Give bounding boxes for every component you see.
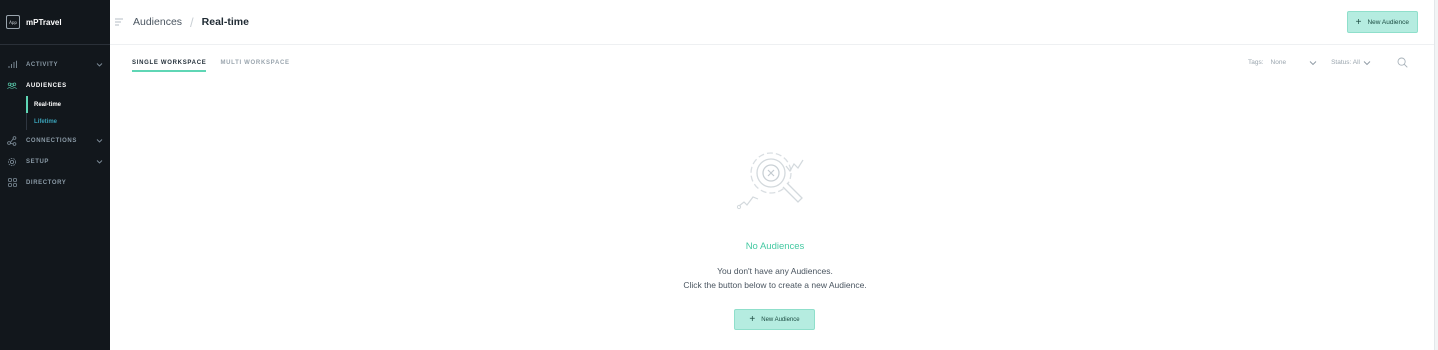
sidebar-item-connections[interactable]: CONNECTIONS bbox=[0, 130, 110, 151]
grid-icon bbox=[7, 178, 17, 188]
sidebar-item-directory[interactable]: DIRECTORY bbox=[0, 172, 110, 193]
status-select[interactable]: Status: All bbox=[1331, 59, 1360, 66]
sidebar-item-label: DIRECTORY bbox=[26, 179, 67, 186]
plus-icon: + bbox=[1355, 16, 1362, 28]
chevron-down-icon[interactable] bbox=[1309, 59, 1317, 67]
chevron-down-icon[interactable] bbox=[96, 137, 103, 144]
window-right-edge bbox=[1434, 0, 1438, 350]
tab-multi-workspace[interactable]: MULTI WORKSPACE bbox=[220, 60, 289, 72]
tags-label: Tags: bbox=[1248, 59, 1264, 66]
sidebar-item-label: ACTIVITY bbox=[26, 61, 59, 68]
chevron-down-icon[interactable] bbox=[96, 158, 103, 165]
new-audience-button-center[interactable]: + New Audience bbox=[734, 309, 815, 330]
sidebar-subitem-lifetime[interactable]: Lifetime bbox=[27, 113, 110, 130]
filter-bar: Tags: None Status: All bbox=[1248, 57, 1408, 68]
sidebar-subitem-real-time[interactable]: Real-time bbox=[26, 96, 110, 113]
chevron-down-icon[interactable] bbox=[1363, 59, 1371, 67]
new-audience-button-label: New Audience bbox=[761, 316, 800, 323]
app-logo: App bbox=[6, 15, 20, 29]
page-title: Real-time bbox=[201, 16, 249, 28]
new-audience-button-label: New Audience bbox=[1367, 18, 1409, 26]
connections-icon bbox=[7, 135, 17, 146]
top-header: Audiences / Real-time + New Audience bbox=[110, 0, 1434, 45]
gear-icon bbox=[7, 157, 17, 167]
brand[interactable]: App mPTravel bbox=[0, 0, 110, 45]
audiences-subnav: Real-time Lifetime bbox=[26, 96, 110, 130]
tags-select[interactable]: None bbox=[1271, 59, 1287, 66]
breadcrumb-separator: / bbox=[190, 14, 194, 30]
new-audience-button[interactable]: + New Audience bbox=[1346, 11, 1418, 33]
sidebar: App mPTravel ACTIVITY AUDIENCES Real-tim… bbox=[0, 0, 110, 350]
empty-search-illustration bbox=[736, 152, 804, 210]
tab-single-workspace[interactable]: SINGLE WORKSPACE bbox=[132, 60, 207, 72]
empty-state-hint: Click the button below to create a new A… bbox=[683, 280, 867, 290]
chart-icon bbox=[7, 60, 17, 70]
breadcrumb-audiences[interactable]: Audiences bbox=[133, 16, 182, 28]
sidebar-item-audiences[interactable]: AUDIENCES bbox=[0, 75, 110, 96]
sidebar-item-setup[interactable]: SETUP bbox=[0, 151, 110, 172]
sidebar-item-label: CONNECTIONS bbox=[26, 137, 77, 144]
users-icon bbox=[7, 81, 17, 91]
sidebar-nav: ACTIVITY AUDIENCES Real-time Lifetime CO… bbox=[0, 45, 110, 193]
empty-state-title: No Audiences bbox=[745, 241, 805, 252]
empty-state-message: You don't have any Audiences. bbox=[717, 266, 833, 276]
sidebar-item-activity[interactable]: ACTIVITY bbox=[0, 54, 110, 75]
chevron-down-icon[interactable] bbox=[96, 61, 103, 68]
plus-icon: + bbox=[749, 314, 756, 325]
search-icon[interactable] bbox=[1397, 57, 1408, 68]
app-root: App mPTravel ACTIVITY AUDIENCES Real-tim… bbox=[0, 0, 1438, 350]
brand-name: mPTravel bbox=[26, 17, 62, 27]
sidebar-item-label: AUDIENCES bbox=[26, 82, 67, 89]
workspace-tabs: SINGLE WORKSPACE MULTI WORKSPACE bbox=[132, 60, 304, 72]
menu-icon[interactable] bbox=[115, 18, 124, 27]
sidebar-item-label: SETUP bbox=[26, 158, 50, 165]
